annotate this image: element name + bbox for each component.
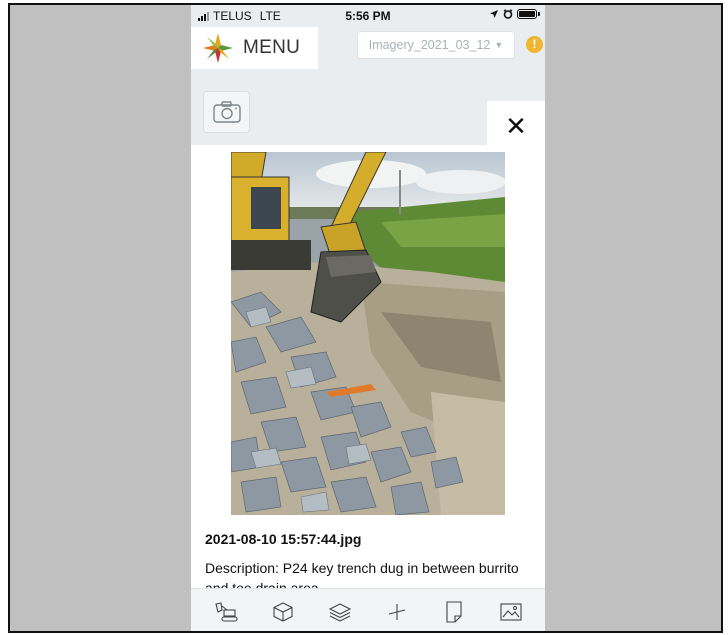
layers-icon: [328, 603, 351, 622]
3d-view-button[interactable]: [263, 592, 303, 631]
photo-image: [231, 152, 505, 515]
excavator-tool-button[interactable]: [206, 592, 246, 631]
cube-icon: [272, 602, 293, 622]
status-right: [489, 9, 540, 19]
site-photo: [231, 152, 505, 515]
note-icon: [445, 601, 462, 623]
measure-icon: [388, 604, 405, 620]
close-button[interactable]: ✕: [487, 101, 545, 151]
image-icon: [499, 603, 522, 621]
battery-icon: [517, 9, 540, 19]
excavator-icon: [214, 602, 238, 622]
imagery-selected-value: Imagery_2021_03_12: [368, 38, 491, 52]
imagery-select[interactable]: Imagery_2021_03_12 ▼: [357, 31, 515, 59]
alarm-icon: [503, 9, 513, 19]
photo-description: Description: P24 key trench dug in betwe…: [205, 560, 519, 588]
camera-icon: [212, 101, 241, 123]
bottom-toolbar: [191, 588, 545, 631]
location-arrow-icon: [490, 10, 498, 18]
alert-icon[interactable]: !: [526, 36, 543, 53]
screenshot-frame: TELUS LTE 5:56 PM MENU Imagery_2021_03_1…: [8, 3, 723, 633]
menu-label: MENU: [243, 37, 301, 58]
phone-screen: TELUS LTE 5:56 PM MENU Imagery_2021_03_1…: [191, 5, 545, 631]
layers-button[interactable]: [320, 592, 360, 631]
camera-button[interactable]: [203, 91, 250, 133]
status-bar: TELUS LTE 5:56 PM: [191, 5, 545, 27]
measure-button[interactable]: [377, 592, 417, 631]
logo-icon: [203, 33, 233, 63]
photo-file-name: 2021-08-10 15:57:44.jpg: [205, 531, 362, 547]
close-icon: ✕: [505, 110, 527, 141]
image-gallery-button[interactable]: [491, 592, 531, 631]
chevron-down-icon: ▼: [494, 40, 504, 50]
menu-button[interactable]: MENU: [191, 27, 318, 69]
note-button[interactable]: [434, 592, 474, 631]
